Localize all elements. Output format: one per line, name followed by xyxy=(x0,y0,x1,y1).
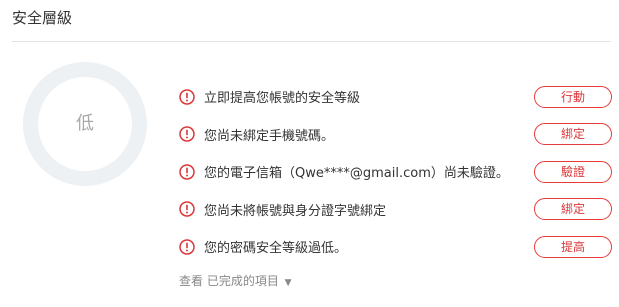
warning-circle-icon xyxy=(179,89,195,105)
divider xyxy=(12,41,611,42)
alert-text: 您尚未綁定手機號碼。 xyxy=(204,128,335,144)
alert-text: 立即提高您帳號的安全等級 xyxy=(204,91,361,107)
alert-text: 您的電子信箱（Qwe****@gmail.com）尚未驗證。 xyxy=(204,166,509,182)
alert-text: 您的密碼安全等級過低。 xyxy=(204,241,348,257)
alert-row-improve-level: 立即提高您帳號的安全等級 行動 xyxy=(179,78,612,116)
caret-down-icon: ▼ xyxy=(284,278,292,288)
view-completed-label: 查看 已完成的項目 xyxy=(179,274,279,288)
alert-row-password: 您的密碼安全等級過低。 提高 xyxy=(179,228,612,266)
warning-circle-icon xyxy=(179,126,195,142)
warning-circle-icon xyxy=(179,201,195,217)
improve-password-button[interactable]: 提高 xyxy=(534,235,612,258)
alert-row-id-number: 您尚未將帳號與身分證字號綁定 綁定 xyxy=(179,191,612,229)
panel-title: 安全層級 xyxy=(12,9,73,27)
alert-row-phone: 您尚未綁定手機號碼。 綁定 xyxy=(179,116,612,154)
warning-circle-icon xyxy=(179,239,195,255)
bind-phone-button[interactable]: 綁定 xyxy=(534,123,612,146)
bind-id-button[interactable]: 綁定 xyxy=(534,198,612,221)
security-alert-list: 立即提高您帳號的安全等級 行動 您尚未綁定手機號碼。 綁定 您的電子信箱（Qwe… xyxy=(179,78,612,266)
alert-text: 您尚未將帳號與身分證字號綁定 xyxy=(204,203,387,219)
action-button[interactable]: 行動 xyxy=(534,85,612,108)
warning-circle-icon xyxy=(179,164,195,180)
verify-email-button[interactable]: 驗證 xyxy=(534,160,612,183)
security-level-label: 低 xyxy=(76,113,94,134)
alert-row-email: 您的電子信箱（Qwe****@gmail.com）尚未驗證。 驗證 xyxy=(179,153,612,191)
view-completed-link[interactable]: 查看 已完成的項目 ▼ xyxy=(179,272,292,289)
